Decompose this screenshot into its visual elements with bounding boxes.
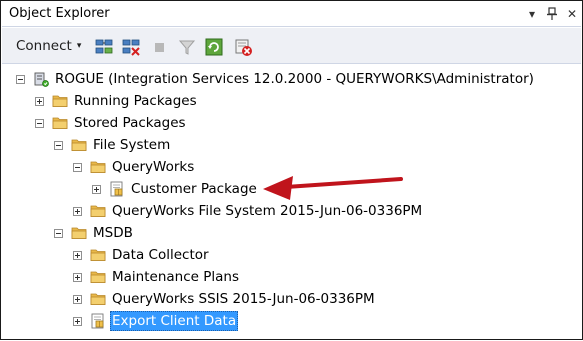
annotation-arrow	[263, 176, 403, 200]
object-explorer-window: Object Explorer ▾ ✕ Connect ▾ ROGUE (Int…	[0, 0, 583, 340]
